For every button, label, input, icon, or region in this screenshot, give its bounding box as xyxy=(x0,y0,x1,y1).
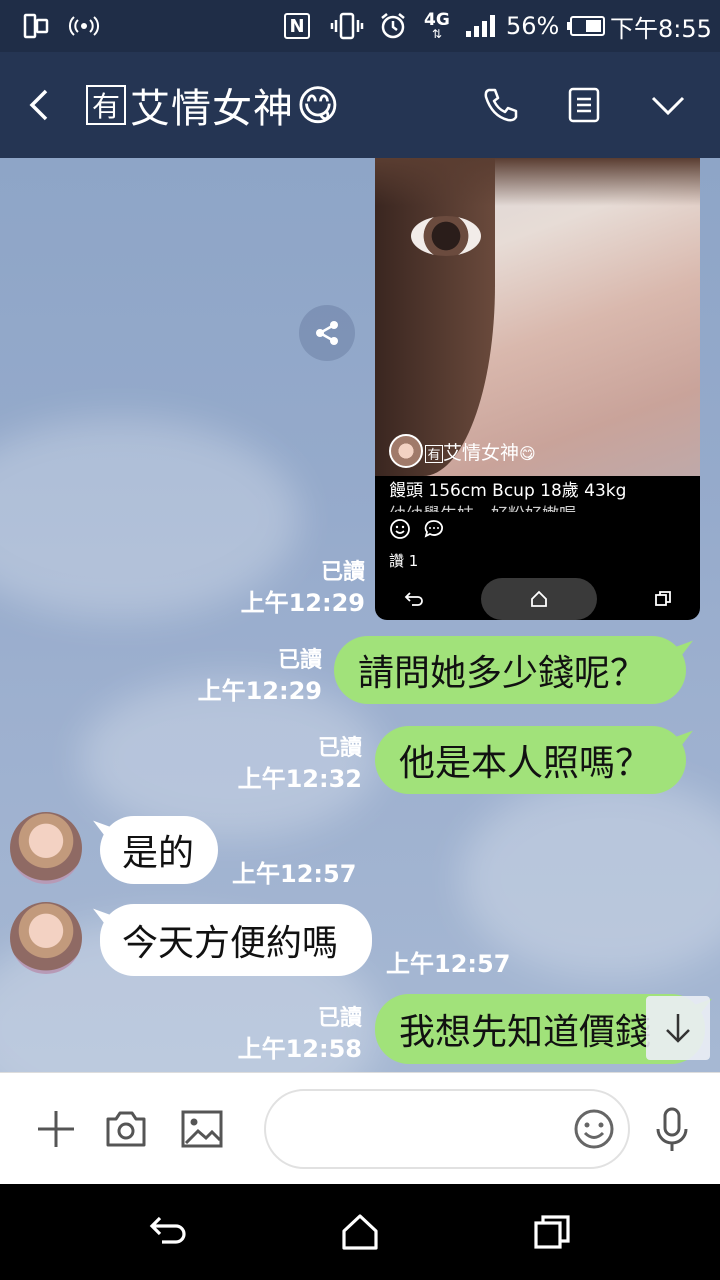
signal-icon xyxy=(464,0,498,52)
home-icon xyxy=(342,1214,378,1250)
chat-area[interactable]: 有艾情女神😋 饅頭 156cm Bcup 18歲 43kg 幼幼學生妹，好粉好嫩… xyxy=(0,158,720,1072)
gallery-button[interactable] xyxy=(180,1073,224,1185)
embedded-home-icon xyxy=(530,590,547,607)
clock: 下午8:55 xyxy=(610,14,712,43)
nav-recents-button[interactable] xyxy=(532,1184,572,1280)
message-text: 今天方便約嗎 xyxy=(122,923,339,964)
back-button[interactable] xyxy=(24,52,54,158)
embedded-name: 有艾情女神😋 xyxy=(425,438,536,465)
read-receipt: 已讀 xyxy=(320,560,365,585)
message-time: 上午12:57 xyxy=(232,860,357,888)
read-receipt: 已讀 xyxy=(317,736,362,761)
embedded-caption: 饅頭 156cm Bcup 18歲 43kg xyxy=(389,481,627,501)
chat-title: 有 艾情女神 😋 xyxy=(86,52,340,158)
system-nav-bar xyxy=(0,1184,720,1280)
contact-avatar[interactable] xyxy=(10,812,82,884)
share-button[interactable] xyxy=(299,305,355,361)
message-meta: 已讀 上午12:29 xyxy=(160,646,322,706)
vibrate-icon xyxy=(330,0,364,52)
message-meta: 已讀 上午12:29 xyxy=(200,558,365,618)
message-meta: 已讀 上午12:32 xyxy=(200,734,362,794)
call-button[interactable] xyxy=(480,52,520,158)
chevron-down-icon xyxy=(651,96,685,116)
embedded-caption-2: 幼幼學生妹，好粉好嫩喔 xyxy=(389,500,576,512)
message-time: 上午12:32 xyxy=(237,765,362,793)
shared-photo xyxy=(375,158,700,476)
emoji-button[interactable] xyxy=(572,1073,616,1185)
arrow-down-icon xyxy=(666,1014,690,1043)
comment-icon xyxy=(424,520,443,538)
microphone-icon xyxy=(656,1107,688,1151)
back-arrow-icon xyxy=(29,89,48,121)
outgoing-message[interactable]: 他是本人照嗎？ xyxy=(375,726,686,794)
battery-icon xyxy=(566,0,606,52)
contact-avatar[interactable] xyxy=(10,902,82,974)
nav-home-button[interactable] xyxy=(340,1184,380,1280)
photo-hair-top xyxy=(375,158,700,206)
message-input-bar xyxy=(0,1072,720,1184)
title-badge: 有 xyxy=(86,85,126,125)
device-icon xyxy=(22,0,50,52)
notes-button[interactable] xyxy=(566,52,602,158)
embedded-avatar xyxy=(389,434,423,468)
nav-back-button[interactable] xyxy=(148,1184,188,1280)
message-text: 我想先知道價錢 xyxy=(399,1012,652,1053)
plus-icon xyxy=(38,1111,74,1147)
smile-icon xyxy=(390,519,410,539)
read-receipt: 已讀 xyxy=(277,648,322,673)
status-bar: N 4G ⇅ 56% 下午8:55 xyxy=(0,0,720,52)
message-time: 上午12:57 xyxy=(386,950,511,978)
menu-dropdown-button[interactable] xyxy=(650,52,686,158)
title-emoji: 😋 xyxy=(296,80,340,130)
read-receipt: 已讀 xyxy=(317,1006,362,1031)
message-text: 是的 xyxy=(122,833,195,874)
incoming-message[interactable]: 是的 xyxy=(100,816,218,884)
share-icon xyxy=(316,321,338,345)
message-text: 他是本人照嗎？ xyxy=(399,743,652,784)
message-meta: 已讀 上午12:58 xyxy=(200,1004,362,1064)
network-type-icon: 4G ⇅ xyxy=(424,10,450,41)
battery-percent: 56% xyxy=(506,12,560,40)
image-icon xyxy=(181,1110,223,1148)
message-text: 請問她多少錢呢？ xyxy=(358,653,647,694)
camera-icon xyxy=(106,1111,146,1147)
embedded-reaction-icons xyxy=(389,518,445,540)
recents-icon xyxy=(534,1215,570,1249)
nfc-icon: N xyxy=(284,0,310,52)
notes-icon xyxy=(568,87,600,123)
embedded-likes: 讚 1 xyxy=(389,552,419,570)
outgoing-message[interactable]: 請問她多少錢呢？ xyxy=(334,636,686,704)
message-time: 上午12:29 xyxy=(197,677,322,705)
emoji-icon xyxy=(574,1109,614,1149)
message-time: 上午12:29 xyxy=(240,589,365,617)
voice-button[interactable] xyxy=(652,1073,692,1185)
image-message[interactable]: 有艾情女神😋 饅頭 156cm Bcup 18歲 43kg 幼幼學生妹，好粉好嫩… xyxy=(375,158,700,620)
embedded-home-pill xyxy=(480,578,597,620)
phone-icon xyxy=(484,88,518,122)
embedded-nav-bar xyxy=(375,578,700,620)
message-time: 上午12:58 xyxy=(237,1035,362,1063)
scroll-to-bottom-button[interactable] xyxy=(646,996,710,1060)
chat-header: 有 艾情女神 😋 xyxy=(0,52,720,158)
chat-title-text: 艾情女神 xyxy=(130,86,294,132)
embedded-recents-icon xyxy=(654,591,671,606)
embedded-back-icon xyxy=(404,592,423,606)
camera-button[interactable] xyxy=(104,1073,148,1185)
photo-eye xyxy=(411,216,481,256)
alarm-icon xyxy=(378,0,408,52)
incoming-message[interactable]: 今天方便約嗎 xyxy=(100,904,372,976)
add-button[interactable] xyxy=(34,1073,78,1185)
back-icon xyxy=(149,1216,186,1244)
wireless-icon xyxy=(68,0,100,52)
